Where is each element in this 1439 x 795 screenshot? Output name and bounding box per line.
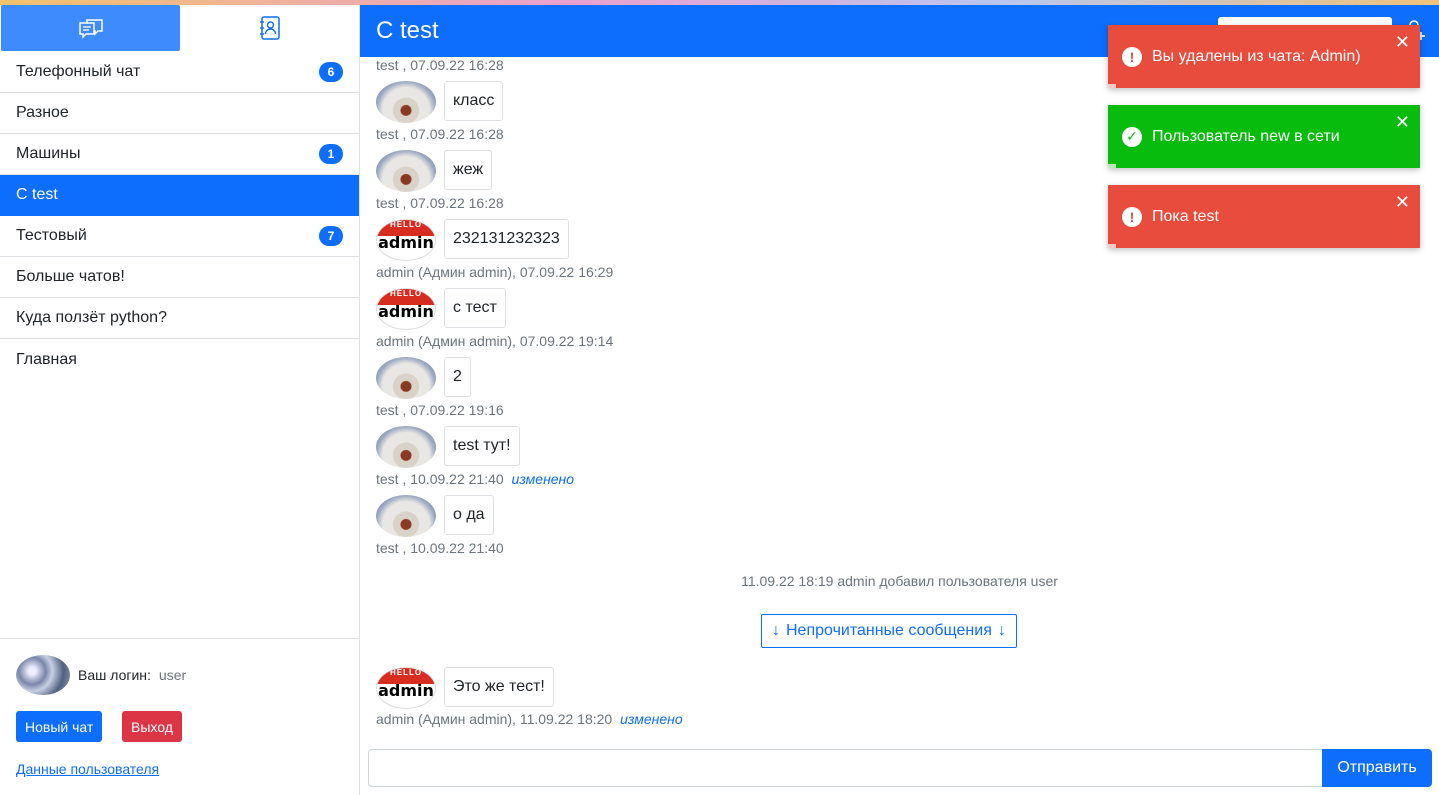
- user-data-link[interactable]: Данные пользователя: [16, 761, 159, 777]
- avatar: [376, 426, 436, 468]
- chat-item[interactable]: Разное: [0, 93, 359, 134]
- alert-icon: !: [1122, 46, 1142, 67]
- message-bubble: жеж: [444, 150, 493, 190]
- toast-success[interactable]: ✓ Пользователь new в сети ✕: [1108, 105, 1420, 168]
- contacts-book-icon: [259, 16, 280, 40]
- avatar: [376, 357, 436, 399]
- unread-badge: 1: [319, 144, 343, 164]
- toast-progress: [1108, 84, 1116, 88]
- message-meta: test , 07.09.22 16:28: [376, 126, 504, 142]
- avatar: [376, 81, 436, 123]
- alert-icon: !: [1122, 206, 1142, 227]
- message-meta: test , 07.09.22 16:28: [376, 195, 504, 211]
- message-meta-text: test , 10.09.22 21:40: [376, 471, 504, 487]
- avatar: HELLO admin: [376, 667, 436, 709]
- send-button[interactable]: Отправить: [1322, 749, 1432, 787]
- message-bubble: 2: [444, 357, 471, 397]
- composer: Отправить: [368, 749, 1432, 787]
- unread-messages-button[interactable]: ↓ Непрочитанные сообщения ↓: [761, 614, 1017, 648]
- message-bubble: Это же тест!: [444, 667, 554, 707]
- toast-text: Пользователь new в сети: [1152, 127, 1340, 145]
- message-meta: test , 10.09.22 21:40 изменено: [376, 471, 574, 487]
- close-icon[interactable]: ✕: [1395, 113, 1410, 131]
- message-meta-text: admin (Админ admin), 11.09.22 18:20: [376, 711, 613, 727]
- toast-progress: [1108, 164, 1116, 168]
- message-bubble: с тест: [444, 288, 506, 328]
- sidebar-tabs: [0, 5, 359, 52]
- message-bubble: 232131232323: [444, 219, 569, 259]
- chat-item[interactable]: Телефонный чат 6: [0, 52, 359, 93]
- chat-item-active[interactable]: С test: [0, 175, 359, 216]
- arrow-down-icon: ↓: [772, 622, 780, 639]
- chats-icon: [78, 19, 103, 39]
- avatar-admin-name: admin: [378, 302, 434, 321]
- chat-name: Больше чатов!: [16, 268, 125, 285]
- chat-item[interactable]: Больше чатов!: [0, 257, 359, 298]
- tab-chats[interactable]: [1, 5, 180, 51]
- chat-list: Телефонный чат 6 Разное Машины 1 С test …: [0, 52, 359, 380]
- message-meta: admin (Админ admin), 07.09.22 16:29: [376, 264, 614, 280]
- chat-item[interactable]: Машины 1: [0, 134, 359, 175]
- message-meta: admin (Админ admin), 07.09.22 19:14: [376, 333, 614, 349]
- close-icon[interactable]: ✕: [1395, 193, 1410, 211]
- unread-badge: 6: [319, 62, 343, 82]
- toast-progress: [1108, 244, 1116, 248]
- message-bubble: test тут!: [444, 426, 520, 466]
- chat-name: Куда ползёт python?: [16, 309, 167, 326]
- arrow-down-icon: ↓: [997, 622, 1006, 639]
- user-info: Ваш логин: user: [16, 655, 186, 695]
- chat-name: Разное: [16, 104, 69, 121]
- avatar: [376, 150, 436, 192]
- chat-item[interactable]: Куда ползёт python?: [0, 298, 359, 339]
- current-user-panel: Ваш логин: user Новый чат Выход Данные п…: [0, 638, 359, 795]
- new-chat-button[interactable]: Новый чат: [16, 711, 103, 742]
- chat-name: Главная: [16, 350, 77, 368]
- sidebar: Телефонный чат 6 Разное Машины 1 С test …: [0, 5, 360, 795]
- system-message: 11.09.22 18:19 admin добавил пользовател…: [741, 573, 1058, 589]
- toast-text: Пока test: [1152, 207, 1219, 225]
- toast-error[interactable]: ! Пока test ✕: [1108, 185, 1420, 248]
- avatar: [16, 655, 70, 695]
- message-meta: test , 07.09.22 19:16: [376, 402, 504, 418]
- login-value: user: [158, 667, 187, 683]
- tab-contacts[interactable]: [180, 5, 359, 51]
- unread-badge: 7: [319, 226, 343, 246]
- message-input[interactable]: [368, 749, 1323, 787]
- message-bubble: о да: [444, 495, 494, 535]
- chat-item[interactable]: Главная: [0, 339, 359, 380]
- check-icon: ✓: [1122, 126, 1142, 147]
- message-bubble: класс: [444, 81, 504, 121]
- login-label: Ваш логин:: [78, 667, 151, 683]
- chat-name: Тестовый: [16, 227, 87, 244]
- close-icon[interactable]: ✕: [1395, 33, 1410, 51]
- chat-name: С test: [16, 186, 58, 203]
- toast-error[interactable]: ! Вы удалены из чата: Admin) ✕: [1108, 25, 1420, 88]
- chat-name: Телефонный чат: [16, 63, 141, 80]
- avatar: HELLO admin: [376, 288, 436, 330]
- avatar: [376, 495, 436, 537]
- avatar: HELLO admin: [376, 219, 436, 261]
- message-meta: test , 07.09.22 16:28: [376, 57, 504, 73]
- chat-item[interactable]: Тестовый 7: [0, 216, 359, 257]
- page-title: С test: [376, 17, 439, 44]
- logout-button[interactable]: Выход: [122, 711, 182, 742]
- unread-label: Непрочитанные сообщения: [786, 622, 992, 639]
- avatar-admin-name: admin: [378, 681, 434, 700]
- edited-label: изменено: [511, 471, 575, 487]
- edited-label: изменено: [620, 711, 683, 727]
- toast-text: Вы удалены из чата: Admin): [1152, 47, 1361, 65]
- chat-name: Машины: [16, 145, 81, 162]
- message-meta: admin (Админ admin), 11.09.22 18:20 изме…: [376, 711, 683, 727]
- avatar-admin-name: admin: [378, 233, 434, 252]
- message-meta: test , 10.09.22 21:40: [376, 540, 504, 556]
